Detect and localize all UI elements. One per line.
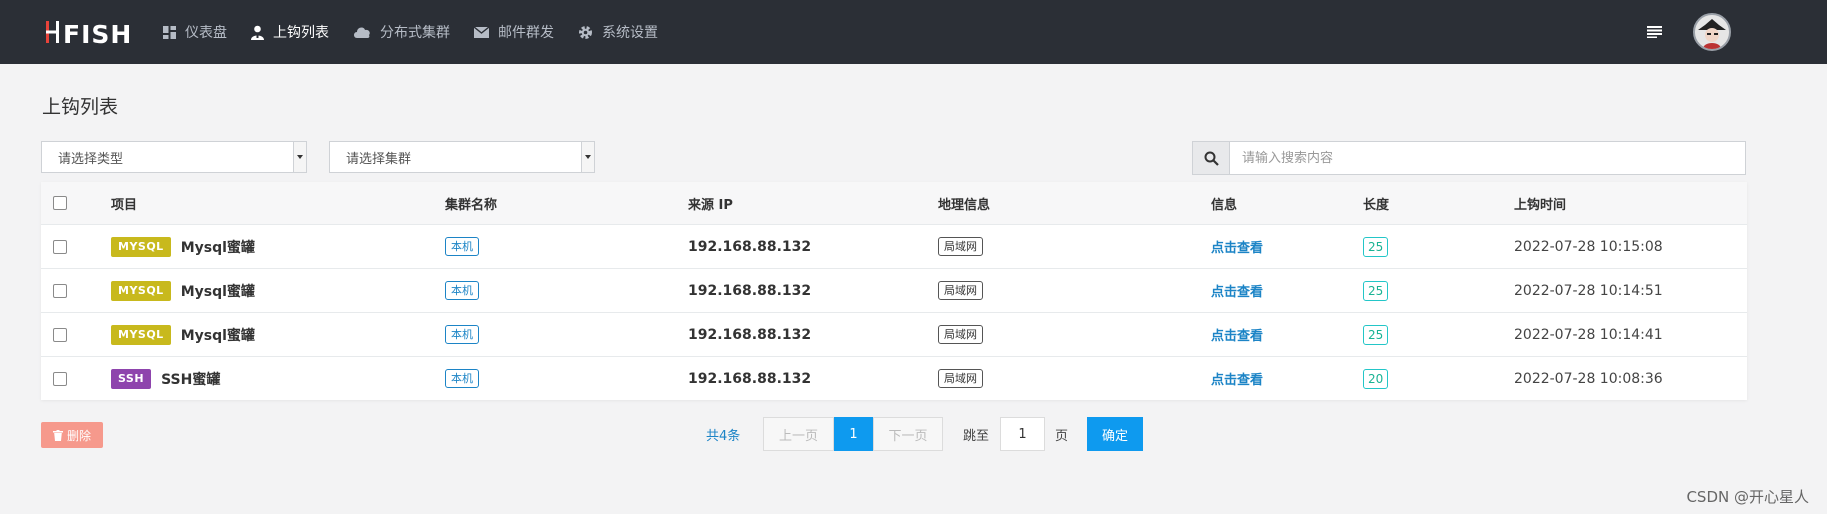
nav-item-mail[interactable]: 邮件群发: [472, 0, 576, 64]
type-select[interactable]: 请选择类型: [41, 141, 307, 173]
cluster-select-placeholder: 请选择集群: [346, 151, 412, 167]
cluster-tag: 本机: [445, 325, 479, 344]
header-info: 信息: [1211, 197, 1238, 213]
cloud-icon: [354, 27, 370, 38]
page-1-button[interactable]: 1: [834, 417, 873, 451]
user-avatar[interactable]: [1693, 13, 1731, 51]
type-select-placeholder: 请选择类型: [58, 151, 124, 167]
avatar-image-icon: [1695, 15, 1729, 49]
source-ip: 192.168.88.132: [688, 238, 812, 255]
hook-time: 2022-07-28 10:14:51: [1514, 282, 1663, 299]
dashboard-icon: [163, 25, 176, 39]
gear-icon: [579, 25, 592, 39]
header-project: 项目: [111, 197, 138, 213]
table-row: MYSQL Mysql蜜罐 本机 192.168.88.132 局域网 点击查看…: [41, 225, 1747, 269]
hook-table: 项目 集群名称 来源 IP 地理信息 信息 长度 上钩时间 MYSQL Mysq…: [41, 182, 1747, 400]
top-navbar: FISH 仪表盘 上钩列表 分布式集群 邮件群发 系统设置: [0, 0, 1827, 64]
row-checkbox[interactable]: [53, 239, 67, 254]
view-info-link[interactable]: 点击查看: [1211, 281, 1263, 300]
table-row: MYSQL Mysql蜜罐 本机 192.168.88.132 局域网 点击查看…: [41, 269, 1747, 313]
geo-tag: 局域网: [938, 281, 983, 300]
page-unit-label: 页: [1055, 429, 1069, 444]
nav-item-hook-list[interactable]: 上钩列表: [249, 0, 351, 64]
source-ip: 192.168.88.132: [688, 282, 812, 299]
cluster-tag: 本机: [445, 237, 479, 256]
row-checkbox[interactable]: [53, 327, 67, 342]
confirm-jump-button[interactable]: 确定: [1087, 417, 1143, 451]
type-badge: SSH: [111, 368, 152, 389]
header-ip: 来源 IP: [688, 197, 733, 213]
nav-item-label: 上钩列表: [273, 25, 329, 41]
table-row: SSH SSH蜜罐 本机 192.168.88.132 局域网 点击查看 20 …: [41, 357, 1747, 400]
nav-item-label: 分布式集群: [380, 25, 450, 41]
topbar-right: [1643, 0, 1731, 64]
geo-tag: 局域网: [938, 237, 983, 256]
total-count: 共4条: [706, 429, 741, 444]
search-icon: [1204, 151, 1219, 166]
length-tag: 25: [1363, 236, 1389, 257]
row-checkbox[interactable]: [53, 283, 67, 298]
svg-text:FISH: FISH: [63, 20, 132, 47]
delete-button[interactable]: 删除: [41, 422, 103, 448]
project-name: Mysql蜜罐: [180, 283, 255, 300]
nav-item-settings[interactable]: 系统设置: [576, 0, 680, 64]
view-info-link[interactable]: 点击查看: [1211, 325, 1263, 344]
type-badge: MYSQL: [111, 236, 171, 257]
page-title: 上钩列表: [42, 96, 119, 118]
nav-item-cluster[interactable]: 分布式集群: [351, 0, 472, 64]
table-row: MYSQL Mysql蜜罐 本机 192.168.88.132 局域网 点击查看…: [41, 313, 1747, 357]
search-input[interactable]: [1230, 141, 1746, 175]
caret-down-icon: [581, 142, 594, 172]
jump-to-label: 跳至: [963, 429, 990, 444]
search-button[interactable]: [1192, 141, 1230, 175]
hook-time: 2022-07-28 10:08:36: [1514, 370, 1663, 387]
view-info-link[interactable]: 点击查看: [1211, 237, 1263, 256]
jump-page-input[interactable]: [1000, 417, 1045, 451]
geo-tag: 局域网: [938, 369, 983, 388]
search-bar: [1192, 141, 1746, 175]
main-nav: 仪表盘 上钩列表 分布式集群 邮件群发 系统设置: [161, 0, 680, 64]
hfish-logo[interactable]: FISH: [44, 14, 139, 50]
type-badge: MYSQL: [111, 280, 171, 301]
next-page-button[interactable]: 下一页: [873, 417, 943, 451]
nav-item-label: 邮件群发: [498, 25, 554, 41]
header-length: 长度: [1363, 197, 1390, 213]
length-tag: 20: [1363, 368, 1389, 389]
header-time: 上钩时间: [1514, 197, 1567, 213]
mail-icon: [474, 26, 489, 38]
table-header: 项目 集群名称 来源 IP 地理信息 信息 长度 上钩时间: [41, 182, 1747, 225]
row-checkbox[interactable]: [53, 371, 67, 386]
project-name: Mysql蜜罐: [180, 327, 255, 344]
list-menu-icon: [1646, 26, 1662, 38]
prev-page-button[interactable]: 上一页: [763, 417, 834, 451]
type-badge: MYSQL: [111, 324, 171, 345]
hook-time: 2022-07-28 10:15:08: [1514, 238, 1663, 255]
caret-down-icon: [293, 142, 306, 172]
trash-icon: [52, 429, 63, 441]
source-ip: 192.168.88.132: [688, 370, 812, 387]
select-all-checkbox[interactable]: [53, 196, 67, 210]
length-tag: 25: [1363, 280, 1389, 301]
hook-time: 2022-07-28 10:14:41: [1514, 326, 1663, 343]
nav-item-label: 系统设置: [602, 25, 658, 41]
header-cluster: 集群名称: [445, 197, 498, 213]
user-hook-icon: [251, 25, 264, 40]
nav-item-dashboard[interactable]: 仪表盘: [161, 0, 249, 64]
nav-item-label: 仪表盘: [185, 25, 227, 41]
header-geo: 地理信息: [938, 197, 991, 213]
geo-tag: 局域网: [938, 325, 983, 344]
watermark: CSDN @开心星人: [1686, 488, 1809, 506]
delete-label: 删除: [66, 428, 91, 443]
cluster-select[interactable]: 请选择集群: [329, 141, 595, 173]
source-ip: 192.168.88.132: [688, 326, 812, 343]
project-name: Mysql蜜罐: [180, 239, 255, 256]
cluster-tag: 本机: [445, 369, 479, 388]
menu-toggle-button[interactable]: [1643, 21, 1665, 43]
cluster-tag: 本机: [445, 281, 479, 300]
length-tag: 25: [1363, 324, 1389, 345]
view-info-link[interactable]: 点击查看: [1211, 369, 1263, 388]
project-name: SSH蜜罐: [161, 371, 221, 388]
